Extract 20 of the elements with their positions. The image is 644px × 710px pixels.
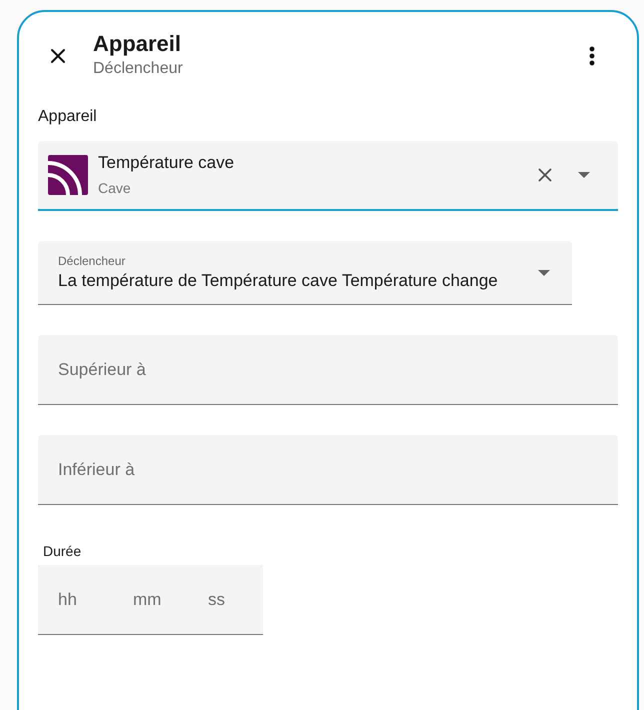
device-icon [48,155,88,195]
dialog-title: Appareil [93,30,182,58]
duration-field[interactable]: hh mm ss [38,565,263,635]
dialog-subtitle: Déclencheur [93,59,183,79]
device-area: Cave [98,178,234,198]
time-unit-input[interactable]: ss [208,586,248,612]
device-picker[interactable]: Température cave Cave [38,141,618,211]
select-value: La température de Température cave Température change [58,270,498,292]
duration-label: Durée [43,542,82,561]
device-name: Température cave [98,152,234,174]
number-field[interactable]: Inférieur à [38,435,618,505]
more-icon [589,46,595,66]
field-label: Appareil [38,107,97,127]
number-field[interactable]: Supérieur à [38,335,618,405]
dropdown-caret-icon[interactable] [538,270,550,276]
time-unit-input[interactable]: hh [58,586,133,612]
trigger-select[interactable]: Déclencheur La température de Température cave Température change [38,241,572,305]
dropdown-caret-icon[interactable] [578,172,590,178]
select-label: Déclencheur [58,252,126,268]
time-unit-input[interactable]: mm [133,586,208,612]
